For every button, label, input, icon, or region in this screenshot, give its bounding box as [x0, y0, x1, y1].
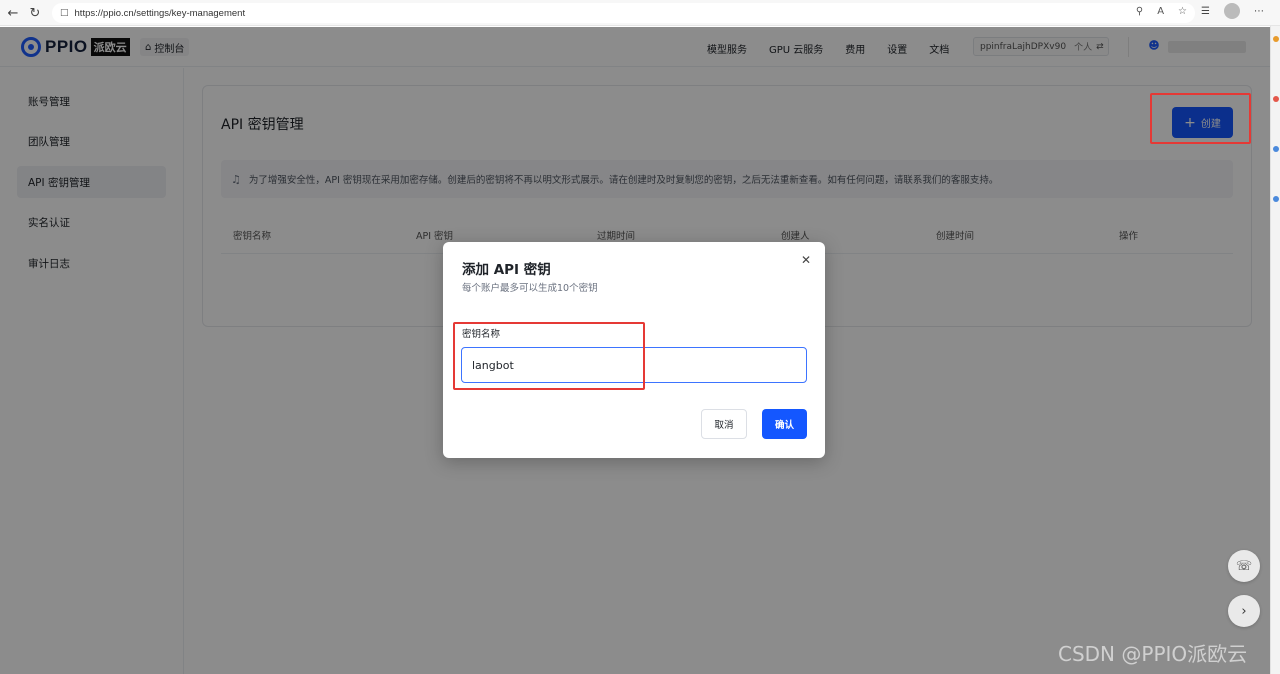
favorite-star-icon[interactable]: ☆: [1178, 6, 1187, 17]
cancel-button[interactable]: 取消: [701, 409, 747, 439]
browser-actions: ☰ ⋯: [1201, 3, 1264, 19]
edge-dot-icon[interactable]: [1273, 146, 1279, 152]
chevron-right-icon[interactable]: ›: [1228, 595, 1260, 627]
browser-side-panel: [1270, 26, 1280, 674]
favorites-icon[interactable]: ☰: [1201, 6, 1210, 17]
read-aloud-icon[interactable]: A: [1157, 6, 1164, 17]
more-icon[interactable]: ⋯: [1254, 6, 1264, 17]
address-bar[interactable]: □ https://ppio.cn/settings/key-managemen…: [52, 3, 1195, 23]
url-text: https://ppio.cn/settings/key-management: [74, 7, 246, 19]
dialog-subtitle: 每个账户最多可以生成10个密钥: [462, 283, 598, 294]
support-headset-icon[interactable]: ☏: [1228, 550, 1260, 582]
address-bar-actions: ⚲ A ☆: [1136, 6, 1187, 17]
lock-icon: □: [60, 8, 69, 18]
dialog-title: 添加 API 密钥: [462, 262, 551, 278]
create-button-highlight: [1150, 93, 1251, 144]
edge-dot-icon[interactable]: [1273, 196, 1279, 202]
close-icon[interactable]: ✕: [799, 253, 813, 267]
profile-avatar-icon[interactable]: [1224, 3, 1240, 19]
watermark: CSDN @PPIO派欧云: [1058, 642, 1248, 666]
back-icon[interactable]: ←: [2, 2, 24, 24]
refresh-icon[interactable]: ↻: [24, 2, 46, 24]
zoom-icon[interactable]: ⚲: [1136, 6, 1143, 17]
confirm-button[interactable]: 确认: [762, 409, 807, 439]
edge-dot-icon[interactable]: [1273, 36, 1279, 42]
key-name-highlight: [453, 322, 645, 390]
browser-toolbar: ← ↻ □ https://ppio.cn/settings/key-manag…: [0, 0, 1280, 26]
edge-dot-icon[interactable]: [1273, 96, 1279, 102]
